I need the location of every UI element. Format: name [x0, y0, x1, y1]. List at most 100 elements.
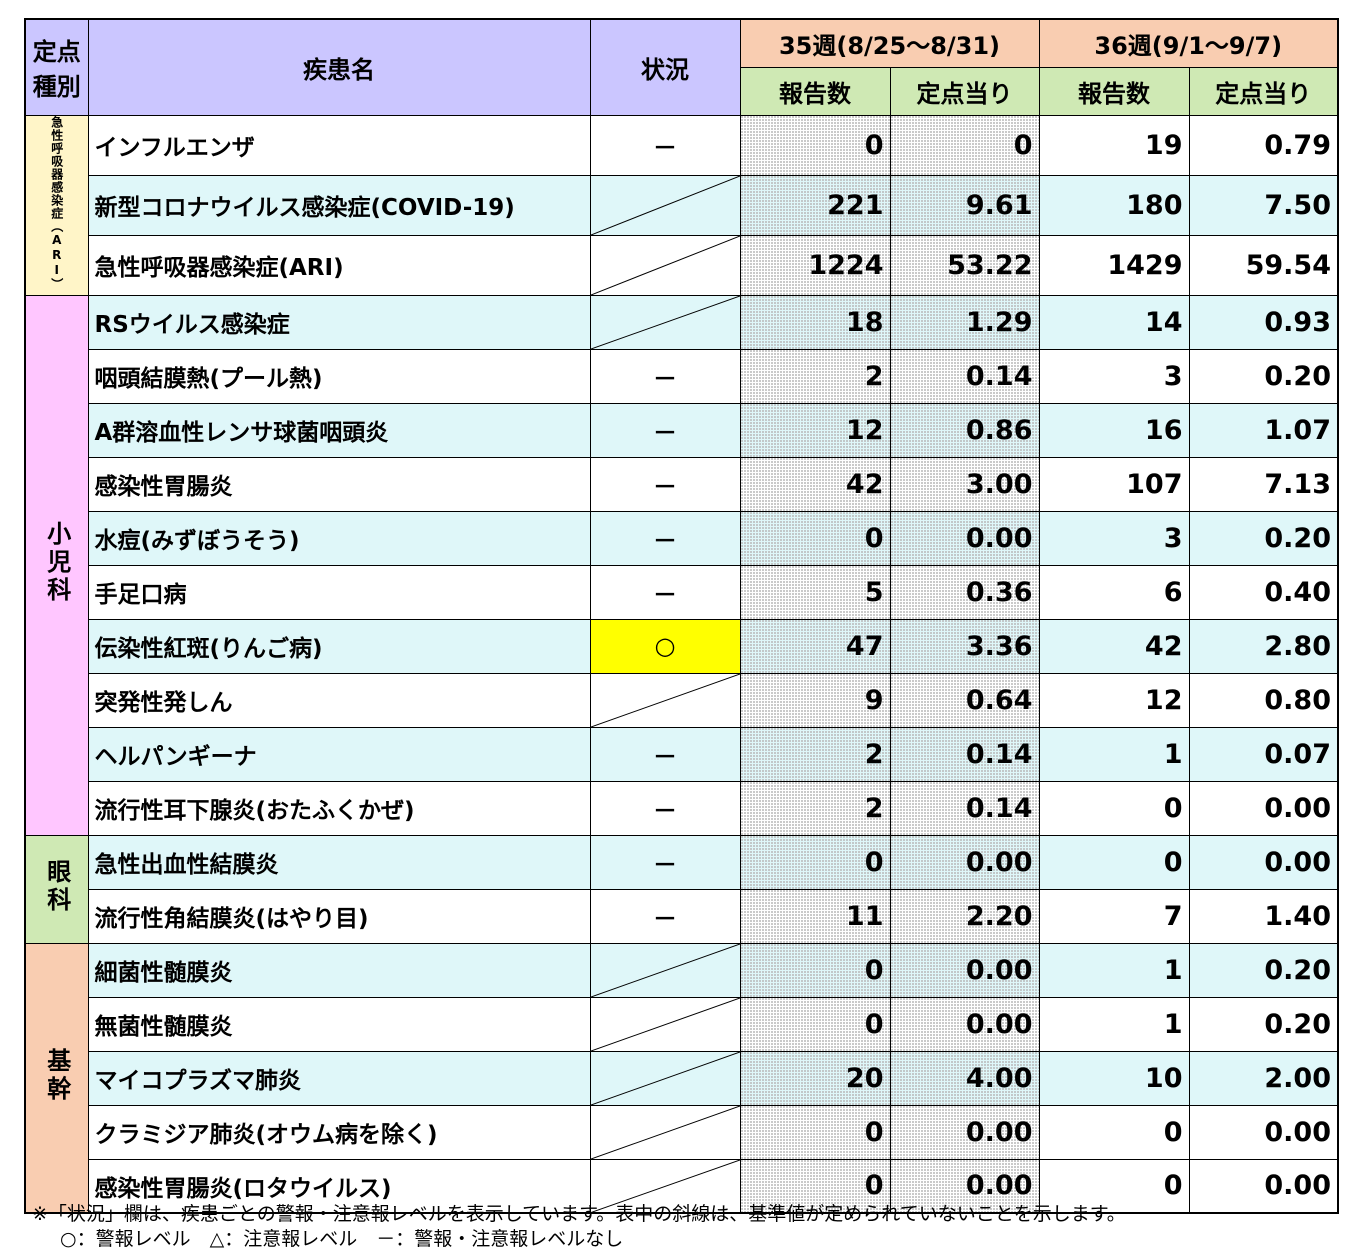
disease-name: 細菌性髄膜炎	[87, 942, 591, 998]
diagonal-line-icon	[591, 998, 740, 1051]
week36-per-site-value: 0.80	[1188, 672, 1339, 728]
week35-per-site-value: 0.64	[889, 672, 1040, 728]
week35-header: 35週(8/25～8/31)	[739, 18, 1040, 68]
table-row: 流行性角結膜炎(はやり目) － 11 2.20 7 1.40	[25, 888, 1339, 944]
table-row: 小児科 RSウイルス感染症 18 1.29 14 0.93	[24, 294, 1339, 836]
week36-reports-value: 3	[1038, 510, 1190, 566]
week35-per-site-value: 2.20	[889, 888, 1040, 944]
week35-per-site-value: 0.00	[889, 510, 1040, 566]
disease-name: インフルエンザ	[87, 114, 591, 176]
status-level: ○	[589, 618, 741, 674]
week36-per-site-value: 2.80	[1188, 618, 1339, 674]
week36-per-site-value: 0.00	[1188, 1104, 1339, 1160]
diagonal-line-icon	[591, 236, 740, 295]
table-row: 基幹 細菌性髄膜炎 0 0.00 1 0.20	[24, 942, 1339, 1214]
table-row: 感染性胃腸炎－ 42 3.00 107 7.13	[25, 456, 1339, 512]
status-level: －	[589, 348, 741, 404]
week35-per-site-value: 0.00	[889, 834, 1040, 890]
table-row: 突発性発しん 9 0.64 12 0.80	[25, 672, 1339, 728]
table-row: マイコプラズマ肺炎 20 4.00 10 2.00	[25, 1050, 1339, 1106]
disease-name: 突発性発しん	[87, 672, 591, 728]
week36-per-site-value: 0.20	[1188, 942, 1339, 998]
week35-per-site-value: 3.00	[889, 456, 1040, 512]
week36-reports-value: 42	[1038, 618, 1190, 674]
week36-reports-value: 14	[1038, 294, 1190, 350]
week36-reports-value: 1	[1038, 726, 1190, 782]
status-level: －	[589, 114, 741, 176]
week36-per-site-value: 0.20	[1188, 510, 1339, 566]
table-row: 咽頭結膜熱(プール熱) － 2 0.14 3 0.20	[25, 348, 1339, 404]
table-row: 眼科 急性出血性結膜炎－ 0 0.00 0 0.00	[24, 834, 1339, 944]
disease-name: 急性出血性結膜炎	[87, 834, 591, 890]
disease-name: 流行性耳下腺炎(おたふくかぜ)	[87, 780, 591, 836]
note-line-1: ※「状況」欄は、疾患ごとの警報・注意報レベルを表示しています。表中の斜線は、基準…	[32, 1203, 1126, 1225]
status-level: －	[589, 510, 741, 566]
week35-per-site-value: 0	[889, 114, 1040, 176]
table-row: クラミジア肺炎(オウム病を除く) 0 0.00 0 0.00	[25, 1104, 1339, 1160]
week36-per-site-header: 定点当り	[1188, 66, 1339, 116]
status-not-defined	[589, 294, 741, 350]
type-label-text: 急性呼吸器感染症（ARI）	[49, 115, 64, 291]
week36-reports-value: 1	[1038, 996, 1190, 1052]
week35-reports-value: 221	[739, 174, 891, 236]
disease-name: マイコプラズマ肺炎	[87, 1050, 591, 1106]
status-not-defined	[589, 942, 741, 998]
status-header: 状況	[589, 18, 741, 116]
note-line-2: ○：警報レベル △：注意報レベル －：警報・注意報レベルなし	[60, 1228, 624, 1250]
week36-reports-value: 0	[1038, 780, 1190, 836]
disease-name: 手足口病	[87, 564, 591, 620]
table-row: ヘルパンギーナ－ 2 0.14 1 0.07	[25, 726, 1339, 782]
table-row: 急性呼吸器感染症(ARI) 1224 53.22 1429 59.54	[25, 234, 1339, 296]
week35-reports-value: 12	[739, 402, 891, 458]
diagonal-line-icon	[591, 1106, 740, 1159]
group-ari-label: 急性呼吸器感染症（ARI）	[24, 114, 89, 296]
diagonal-line-icon	[591, 1052, 740, 1105]
disease-name: 無菌性髄膜炎	[87, 996, 591, 1052]
week35-per-site-value: 1.29	[889, 294, 1040, 350]
week35-reports-value: 1224	[739, 234, 891, 296]
week36-reports-value: 1429	[1038, 234, 1190, 296]
week36-per-site-value: 0.40	[1188, 564, 1339, 620]
status-level: －	[589, 888, 741, 944]
type-label-text: 基幹	[42, 1047, 71, 1104]
week36-reports-value: 16	[1038, 402, 1190, 458]
week35-per-site-header: 定点当り	[889, 66, 1040, 116]
diagonal-line-icon	[591, 674, 740, 727]
week35-reports-value: 0	[739, 1104, 891, 1160]
status-not-defined	[589, 1050, 741, 1106]
status-level: －	[589, 834, 741, 890]
group-core-label: 基幹	[24, 942, 89, 1214]
table-body: 急性呼吸器感染症（ARI） インフルエンザ－ 0 0 19 0.79 新型コロナウイルス感染…	[24, 114, 1339, 1214]
week35-per-site-value: 3.36	[889, 618, 1040, 674]
type-header-line1: 定点	[32, 38, 81, 67]
disease-name: 急性呼吸器感染症(ARI)	[87, 234, 591, 296]
week36-per-site-value: 0.20	[1188, 348, 1339, 404]
week36-per-site-value: 0.00	[1188, 780, 1339, 836]
week36-header: 36週(9/1～9/7)	[1038, 18, 1339, 68]
disease-name: 感染性胃腸炎	[87, 456, 591, 512]
week35-reports-value: 5	[739, 564, 891, 620]
surveillance-table: 定点 種別 疾患名 状況 35週(8/25～8/31) 36週(9/1～9/7)…	[24, 18, 1339, 1214]
week36-per-site-value: 0.20	[1188, 996, 1339, 1052]
type-header-line2: 種別	[32, 73, 81, 102]
week35-per-site-value: 0.14	[889, 726, 1040, 782]
week35-reports-value: 0	[739, 834, 891, 890]
week35-per-site-value: 0.00	[889, 1104, 1040, 1160]
week36-reports-value: 19	[1038, 114, 1190, 176]
type-header: 定点 種別	[24, 18, 89, 116]
status-not-defined	[589, 234, 741, 296]
week36-reports-value: 0	[1038, 834, 1190, 890]
group-pediatrics-label: 小児科	[24, 294, 89, 836]
table-row: 新型コロナウイルス感染症(COVID-19) 221 9.61 180 7.50	[25, 174, 1339, 236]
status-not-defined	[589, 672, 741, 728]
week36-per-site-value: 0.00	[1188, 1158, 1339, 1214]
week35-reports-value: 47	[739, 618, 891, 674]
week35-reports-value: 9	[739, 672, 891, 728]
status-level: －	[589, 402, 741, 458]
diagonal-line-icon	[591, 944, 740, 997]
table-row: 急性呼吸器感染症（ARI） インフルエンザ－ 0 0 19 0.79	[24, 114, 1339, 296]
week36-reports-value: 12	[1038, 672, 1190, 728]
week35-reports-header: 報告数	[739, 66, 891, 116]
week36-reports-value: 180	[1038, 174, 1190, 236]
table-row: 無菌性髄膜炎 0 0.00 1 0.20	[25, 996, 1339, 1052]
